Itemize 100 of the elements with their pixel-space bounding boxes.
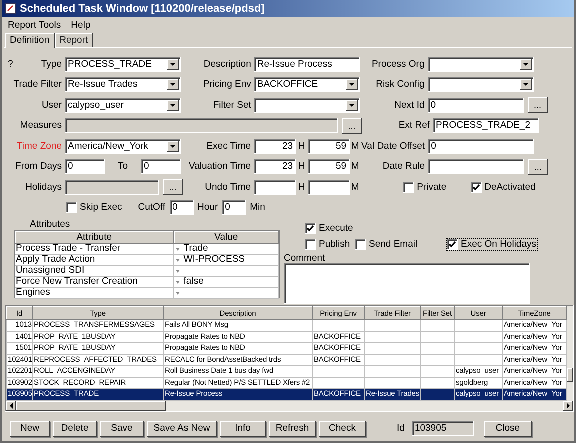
action-button[interactable]: Save As New xyxy=(147,420,217,436)
hour-field[interactable]: 23 xyxy=(254,159,296,174)
id-field[interactable]: 103905 xyxy=(412,421,474,436)
checkbox-label: Exec On Holidays xyxy=(461,238,537,250)
vertical-scrollbar[interactable] xyxy=(567,306,573,400)
dropdown[interactable]: Re-Issue Trades xyxy=(65,77,181,92)
dropdown[interactable] xyxy=(254,98,360,113)
field-label: CutOff xyxy=(138,202,166,214)
field-label: Filter Set xyxy=(213,100,252,111)
minute-field[interactable]: 59 xyxy=(308,138,350,154)
action-button[interactable]: Delete xyxy=(53,420,97,436)
tab[interactable]: Definition xyxy=(5,33,55,48)
dropdown[interactable]: PROCESS_TRADE xyxy=(65,56,181,72)
value-dropdown[interactable]: Trade xyxy=(174,244,279,255)
field-label: From Days xyxy=(16,161,62,172)
table-cell: Force New Transfer Creation xyxy=(15,277,174,288)
checkbox-label: Skip Exec xyxy=(80,202,122,214)
action-button[interactable]: Save xyxy=(100,420,144,436)
close-button[interactable]: Close xyxy=(484,420,532,436)
comment-field[interactable] xyxy=(284,263,530,304)
column-header: Attribute xyxy=(15,231,174,244)
checkbox[interactable] xyxy=(470,182,482,193)
field-label: Measures xyxy=(20,120,62,132)
field-label: Description xyxy=(204,58,252,70)
window-title: Scheduled Task Window [110200/release/pdsd] xyxy=(20,2,265,14)
unit-label: Min xyxy=(250,202,266,214)
unit-label: M xyxy=(350,161,360,172)
input-field[interactable]: Re-Issue Process xyxy=(254,56,360,72)
dropdown[interactable]: BACKOFFICE xyxy=(254,77,360,92)
menu-item[interactable]: Report Tools xyxy=(8,20,62,30)
table-cell: Process Trade - Transfer xyxy=(15,244,174,255)
checkbox[interactable] xyxy=(305,238,316,250)
field-label: Trade Filter xyxy=(14,79,62,90)
action-button[interactable]: Check xyxy=(319,420,366,436)
field-label: Exec Time xyxy=(206,140,252,152)
field-label: Holidays xyxy=(26,182,62,193)
unit-label: H xyxy=(297,140,306,152)
field-label: Type xyxy=(41,58,62,70)
field-label: Risk Config xyxy=(376,79,425,90)
unit-label: H xyxy=(297,182,306,193)
input-field[interactable]: PROCESS_TRADE_2 xyxy=(433,118,539,134)
field-label: Date Rule xyxy=(382,161,426,172)
ellipsis-button[interactable]: ... xyxy=(528,158,548,175)
unit-label: H xyxy=(297,161,306,172)
checkbox[interactable] xyxy=(305,222,316,234)
input-field[interactable]: 0 xyxy=(141,159,181,174)
dropdown[interactable]: calypso_user xyxy=(65,98,181,113)
input-field[interactable]: 0 xyxy=(65,159,105,174)
menu-item[interactable]: Help xyxy=(71,20,91,30)
unit-label: M xyxy=(350,140,360,152)
field-label: Val Date Offset xyxy=(362,140,426,152)
unit-label: Hour xyxy=(198,202,218,214)
section-title: Attributes xyxy=(29,219,72,230)
checkbox[interactable] xyxy=(447,238,458,250)
field-label: Valuation Time xyxy=(188,161,252,172)
table-cell: Apply Trade Action xyxy=(15,255,174,266)
minute-field[interactable]: 0 xyxy=(222,200,246,216)
minute-field[interactable]: 59 xyxy=(308,159,350,174)
field-label: Process Org xyxy=(372,58,425,70)
ellipsis-button[interactable]: ... xyxy=(528,97,548,114)
hour-field[interactable]: 23 xyxy=(254,138,296,154)
checkbox[interactable] xyxy=(66,202,77,214)
field-label: Pricing Env xyxy=(203,79,252,90)
input-field[interactable]: 0 xyxy=(428,138,534,154)
field-label: Undo Time xyxy=(205,182,252,193)
dropdown[interactable]: America/New_York xyxy=(65,138,181,154)
checkbox[interactable] xyxy=(355,238,366,250)
hour-field[interactable]: 0 xyxy=(170,200,194,216)
field-label: Time Zone xyxy=(16,140,62,152)
column-header: Value xyxy=(174,231,279,244)
action-button[interactable]: Info xyxy=(220,420,266,436)
dropdown[interactable] xyxy=(428,56,534,72)
window-icon xyxy=(5,2,17,14)
minute-field[interactable] xyxy=(308,180,350,195)
horizontal-scrollbar[interactable] xyxy=(6,400,573,410)
checkbox-label: DeActivated xyxy=(484,182,536,193)
checkbox-label: Private xyxy=(417,182,447,193)
dropdown[interactable] xyxy=(428,77,534,92)
hour-field[interactable] xyxy=(254,180,296,195)
input-field[interactable] xyxy=(428,159,524,174)
checkbox-label: Execute xyxy=(319,222,354,234)
action-button[interactable]: Refresh xyxy=(269,420,316,436)
field-label: Id xyxy=(397,423,405,434)
value-dropdown[interactable]: WI-PROCESS xyxy=(174,255,279,266)
table-cell: Engines xyxy=(15,288,174,299)
field-label: Comment xyxy=(284,253,326,263)
action-button[interactable]: New xyxy=(10,420,50,436)
field-label: To xyxy=(116,161,130,172)
help-mark: ? xyxy=(7,58,14,70)
checkbox[interactable] xyxy=(403,182,414,193)
checkbox-label: Send Email xyxy=(369,238,418,250)
value-dropdown[interactable]: false xyxy=(174,277,279,288)
field-label: Next Id xyxy=(394,100,425,111)
checkbox-label: Publish xyxy=(319,238,350,250)
unit-label: M xyxy=(350,182,360,193)
field-label: Ext Ref xyxy=(398,120,430,132)
input-field[interactable]: 0 xyxy=(428,98,524,113)
tab[interactable]: Report xyxy=(54,33,94,47)
table-cell: Unassigned SDI xyxy=(15,266,174,277)
field-label: User xyxy=(42,100,62,111)
